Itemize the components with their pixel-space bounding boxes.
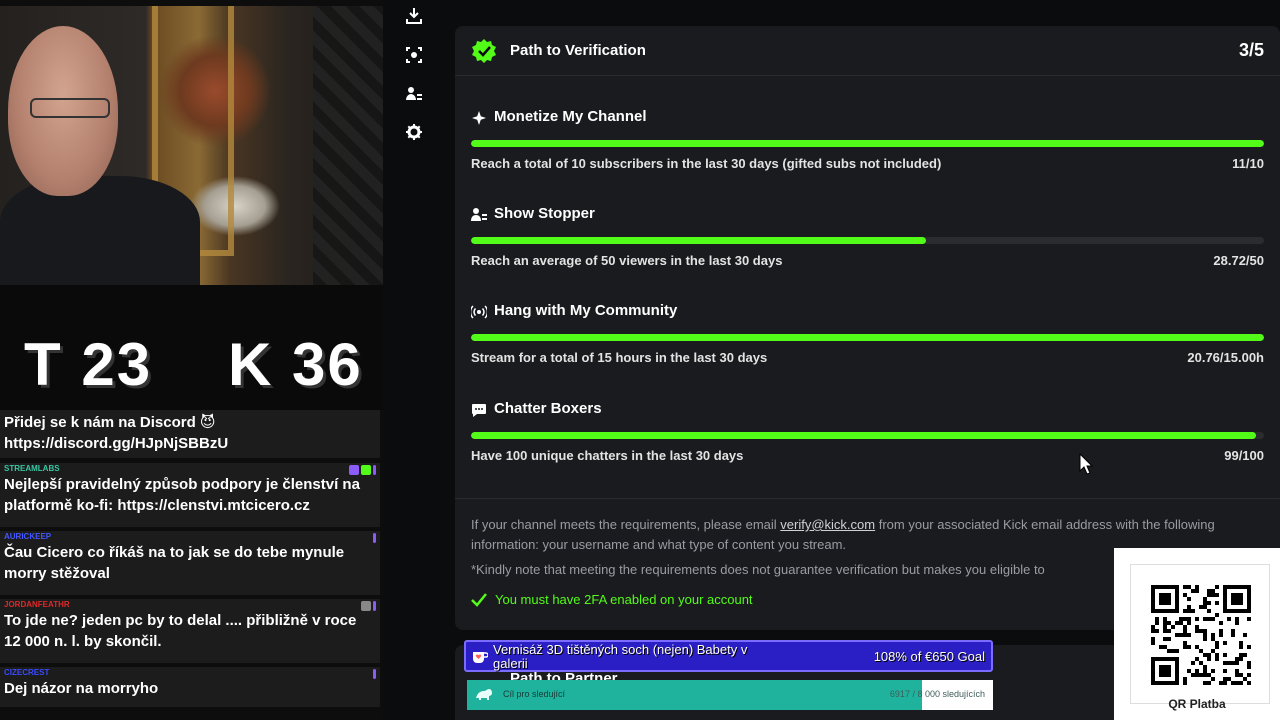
follower-goal-label: Cíl pro sledující <box>503 689 566 699</box>
requirement-title: Monetize My Channel <box>494 108 647 125</box>
progress-track <box>471 334 1264 341</box>
chat-username: AURICKEEP <box>4 532 52 541</box>
qr-label: QR Platba <box>1168 697 1226 711</box>
goal-title: Vernisáž 3D tištěných soch (nejen) Babet… <box>493 642 748 671</box>
stream-overlay-column: T 23 K 36 Přidej se k nám na Discord 😈 h… <box>0 0 383 720</box>
chat-message: CIZECREST Dej názor na morryho <box>0 667 380 707</box>
qr-frame <box>1130 564 1270 704</box>
chat-badges <box>361 601 376 611</box>
qr-code-icon <box>1151 585 1251 685</box>
requirement-title: Hang with My Community <box>494 302 678 319</box>
chat-message-text: Dej názor na morryho <box>4 680 159 697</box>
verified-badge-icon <box>361 465 371 475</box>
chat-overlay: Přidej se k nám na Discord 😈 https://dis… <box>0 410 383 720</box>
verification-panel: Path to Verification 3/5 Monetize My Cha… <box>455 26 1280 630</box>
badge-edge-icon <box>373 465 376 475</box>
twofa-text: You must have 2FA enabled on your accoun… <box>495 592 753 607</box>
chat-badges <box>373 533 376 543</box>
streamer-body <box>0 176 200 285</box>
chat-username: STREAMLABS <box>4 464 60 473</box>
user-badge-icon <box>361 601 371 611</box>
chat-username: JORDANFEATHR <box>4 600 70 609</box>
progress-track <box>471 237 1264 244</box>
chat-bubble-icon <box>472 404 486 417</box>
progress-count: 3/5 <box>1238 40 1264 60</box>
chat-message-text: Nejlepší pravidelný způsob podpory je čl… <box>4 476 360 514</box>
chat-message-text: To jde ne? jeden pc by to delal .... při… <box>4 612 357 650</box>
requirement-value: 20.76/15.00h <box>1187 350 1264 365</box>
icon-rail <box>383 0 455 720</box>
requirement-title: Chatter Boxers <box>494 400 602 417</box>
badge-edge-icon <box>373 533 376 543</box>
follower-goal-count: 6917 / 8 000 sledujících <box>889 689 985 699</box>
follower-goal-widget: Cíl pro sledující 6917 / 8 000 sledující… <box>467 680 993 710</box>
chat-message: STREAMLABS Nejlepší pravidelný způsob po… <box>0 463 380 527</box>
kofi-cup-icon <box>473 652 488 663</box>
progress-fill <box>471 237 927 244</box>
verification-note: *Kindly note that meeting the requiremen… <box>471 562 1045 577</box>
download-icon[interactable] <box>405 7 423 25</box>
requirement-description: Stream for a total of 15 hours in the la… <box>471 350 768 365</box>
progress-fill <box>471 432 1257 439</box>
badge-edge-icon <box>373 669 376 679</box>
glasses <box>30 98 110 118</box>
qr-payment-box: QR Platba <box>1114 548 1280 720</box>
gear-icon[interactable] <box>405 123 423 141</box>
badge-edge-icon <box>373 601 376 611</box>
requirement-description: Reach an average of 50 viewers in the la… <box>471 253 783 268</box>
progress-track <box>471 432 1264 439</box>
acoustic-foam <box>313 6 383 285</box>
requirement-value: 28.72/50 <box>1213 253 1264 268</box>
requirement-description: Have 100 unique chatters in the last 30 … <box>471 448 744 463</box>
screen-capture-icon[interactable] <box>405 46 423 64</box>
user-settings-icon[interactable] <box>405 85 423 103</box>
chat-badges <box>349 465 376 475</box>
stream-screen: T 23 K 36 Přidej se k nám na Discord 😈 h… <box>0 0 1280 720</box>
chat-message-text: Čau Cicero co říkáš na to jak se do tebe… <box>4 544 345 582</box>
progress-fill <box>471 334 1264 341</box>
progress-fill <box>471 140 1264 147</box>
score-right: K 36 <box>228 331 363 398</box>
checkmark-icon <box>471 592 487 607</box>
verification-header[interactable]: Path to Verification 3/5 <box>455 26 1280 76</box>
chat-badges <box>373 669 376 679</box>
verified-badge-icon <box>472 39 496 63</box>
requirement-value: 11/10 <box>1232 156 1264 171</box>
chat-message-text: Přidej se k nám na Discord 😈 https://dis… <box>4 414 229 452</box>
dinosaur-icon <box>476 689 492 700</box>
requirement-title: Show Stopper <box>494 205 595 222</box>
donation-goal-widget: Vernisáž 3D tištěných soch (nejen) Babet… <box>464 640 993 672</box>
requirement-value: 99/100 <box>1224 448 1264 463</box>
requirement-description: Reach a total of 10 subscribers in the l… <box>471 156 942 171</box>
chat-username: CIZECREST <box>4 668 50 677</box>
panel-title: Path to Verification <box>510 42 646 59</box>
progress-track <box>471 140 1264 147</box>
subscriber-badge-icon <box>349 465 359 475</box>
chat-message: Přidej se k nám na Discord 😈 https://dis… <box>0 410 380 458</box>
chat-message: JORDANFEATHR To jde ne? jeden pc by to d… <box>0 599 380 663</box>
divider <box>455 498 1280 499</box>
sparkle-icon <box>472 111 486 125</box>
info-text-before: If your channel meets the requirements, … <box>471 517 781 532</box>
broadcast-icon <box>471 305 487 319</box>
score-left: T 23 <box>24 331 153 398</box>
mouse-cursor-icon <box>1079 453 1093 475</box>
webcam-feed <box>0 6 383 285</box>
chat-message: AURICKEEP Čau Cicero co říkáš na to jak … <box>0 531 380 595</box>
goal-percent: 108% of €650 Goal <box>873 649 985 664</box>
verify-email-link[interactable]: verify@kick.com <box>780 517 875 532</box>
users-icon <box>471 208 487 221</box>
twofa-requirement: You must have 2FA enabled on your accoun… <box>471 592 753 607</box>
